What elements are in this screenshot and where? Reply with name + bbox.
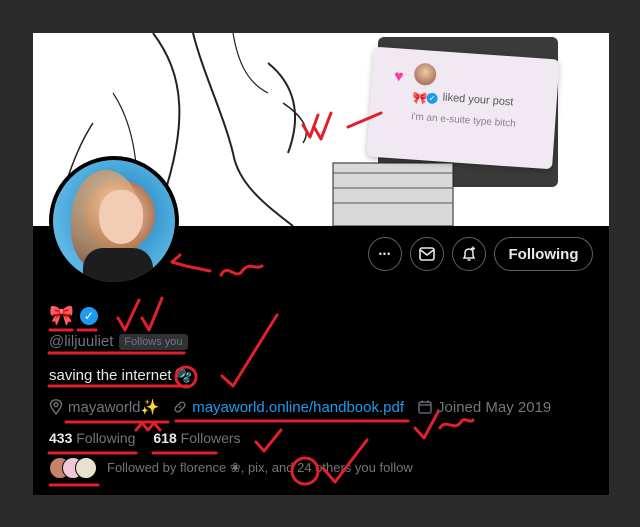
notification-subtext: i'm an e-suite type bitch <box>410 111 517 130</box>
display-name: 🎀 ✓ <box>49 306 98 326</box>
verified-icon: ✓ <box>79 307 98 325</box>
following-label: Following <box>76 430 136 446</box>
followers-label: Followers <box>180 430 241 446</box>
notification-avatar <box>413 62 438 87</box>
bio: saving the internet 🫧 <box>49 367 192 384</box>
message-button[interactable] <box>410 237 444 271</box>
ribbon-icon: 🎀 <box>49 305 74 327</box>
notification-card: ♥ 🎀 ✓ liked your post i'm an e-suite typ… <box>366 46 560 170</box>
bubbles-emoji: 🫧 <box>174 367 193 383</box>
profile-meta: mayaworld✨ mayaworld.online/handbook.pdf… <box>49 398 565 416</box>
notification-text: liked your post <box>442 91 514 109</box>
followed-by-text: Followed by florence ❀, pix, and 24 othe… <box>107 460 413 475</box>
location-item: mayaworld✨ <box>49 398 159 416</box>
followers-you-know[interactable]: Followed by florence ❀, pix, and 24 othe… <box>49 457 413 479</box>
mail-icon <box>419 247 435 261</box>
location-icon <box>49 399 63 415</box>
heart-icon: ♥ <box>393 68 405 86</box>
more-options-button[interactable]: ••• <box>368 237 402 271</box>
calendar-icon <box>418 400 432 414</box>
website-link[interactable]: mayaworld.online/handbook.pdf <box>192 399 404 416</box>
follows-you-badge: Follows you <box>119 333 188 350</box>
bell-plus-icon <box>462 246 476 261</box>
profile-avatar[interactable] <box>49 156 179 286</box>
profile-card: ♥ 🎀 ✓ liked your post i'm an e-suite typ… <box>33 33 609 495</box>
subscribe-notifications-button[interactable] <box>452 237 486 271</box>
location-text: mayaworld✨ <box>68 399 160 416</box>
website-item: mayaworld.online/handbook.pdf <box>173 399 404 416</box>
handle: @liljuuliet <box>49 333 114 350</box>
follow-stats: 433 Following 618 Followers <box>49 430 241 446</box>
avatar <box>75 457 97 479</box>
ellipsis-icon: ••• <box>378 249 392 259</box>
followers-stat[interactable]: 618 Followers <box>153 430 240 446</box>
following-stat[interactable]: 433 Following <box>49 430 135 446</box>
link-icon <box>174 401 186 413</box>
bio-text: saving the internet <box>49 367 172 384</box>
following-count: 433 <box>49 430 73 446</box>
verified-icon: ✓ <box>426 92 438 105</box>
followers-count: 618 <box>153 430 177 446</box>
following-button[interactable]: Following <box>494 237 593 271</box>
handle-row: @liljuuliet Follows you <box>49 333 188 350</box>
joined-item: Joined May 2019 <box>418 399 551 416</box>
mutual-avatars <box>49 457 97 479</box>
joined-text: Joined May 2019 <box>437 398 552 416</box>
